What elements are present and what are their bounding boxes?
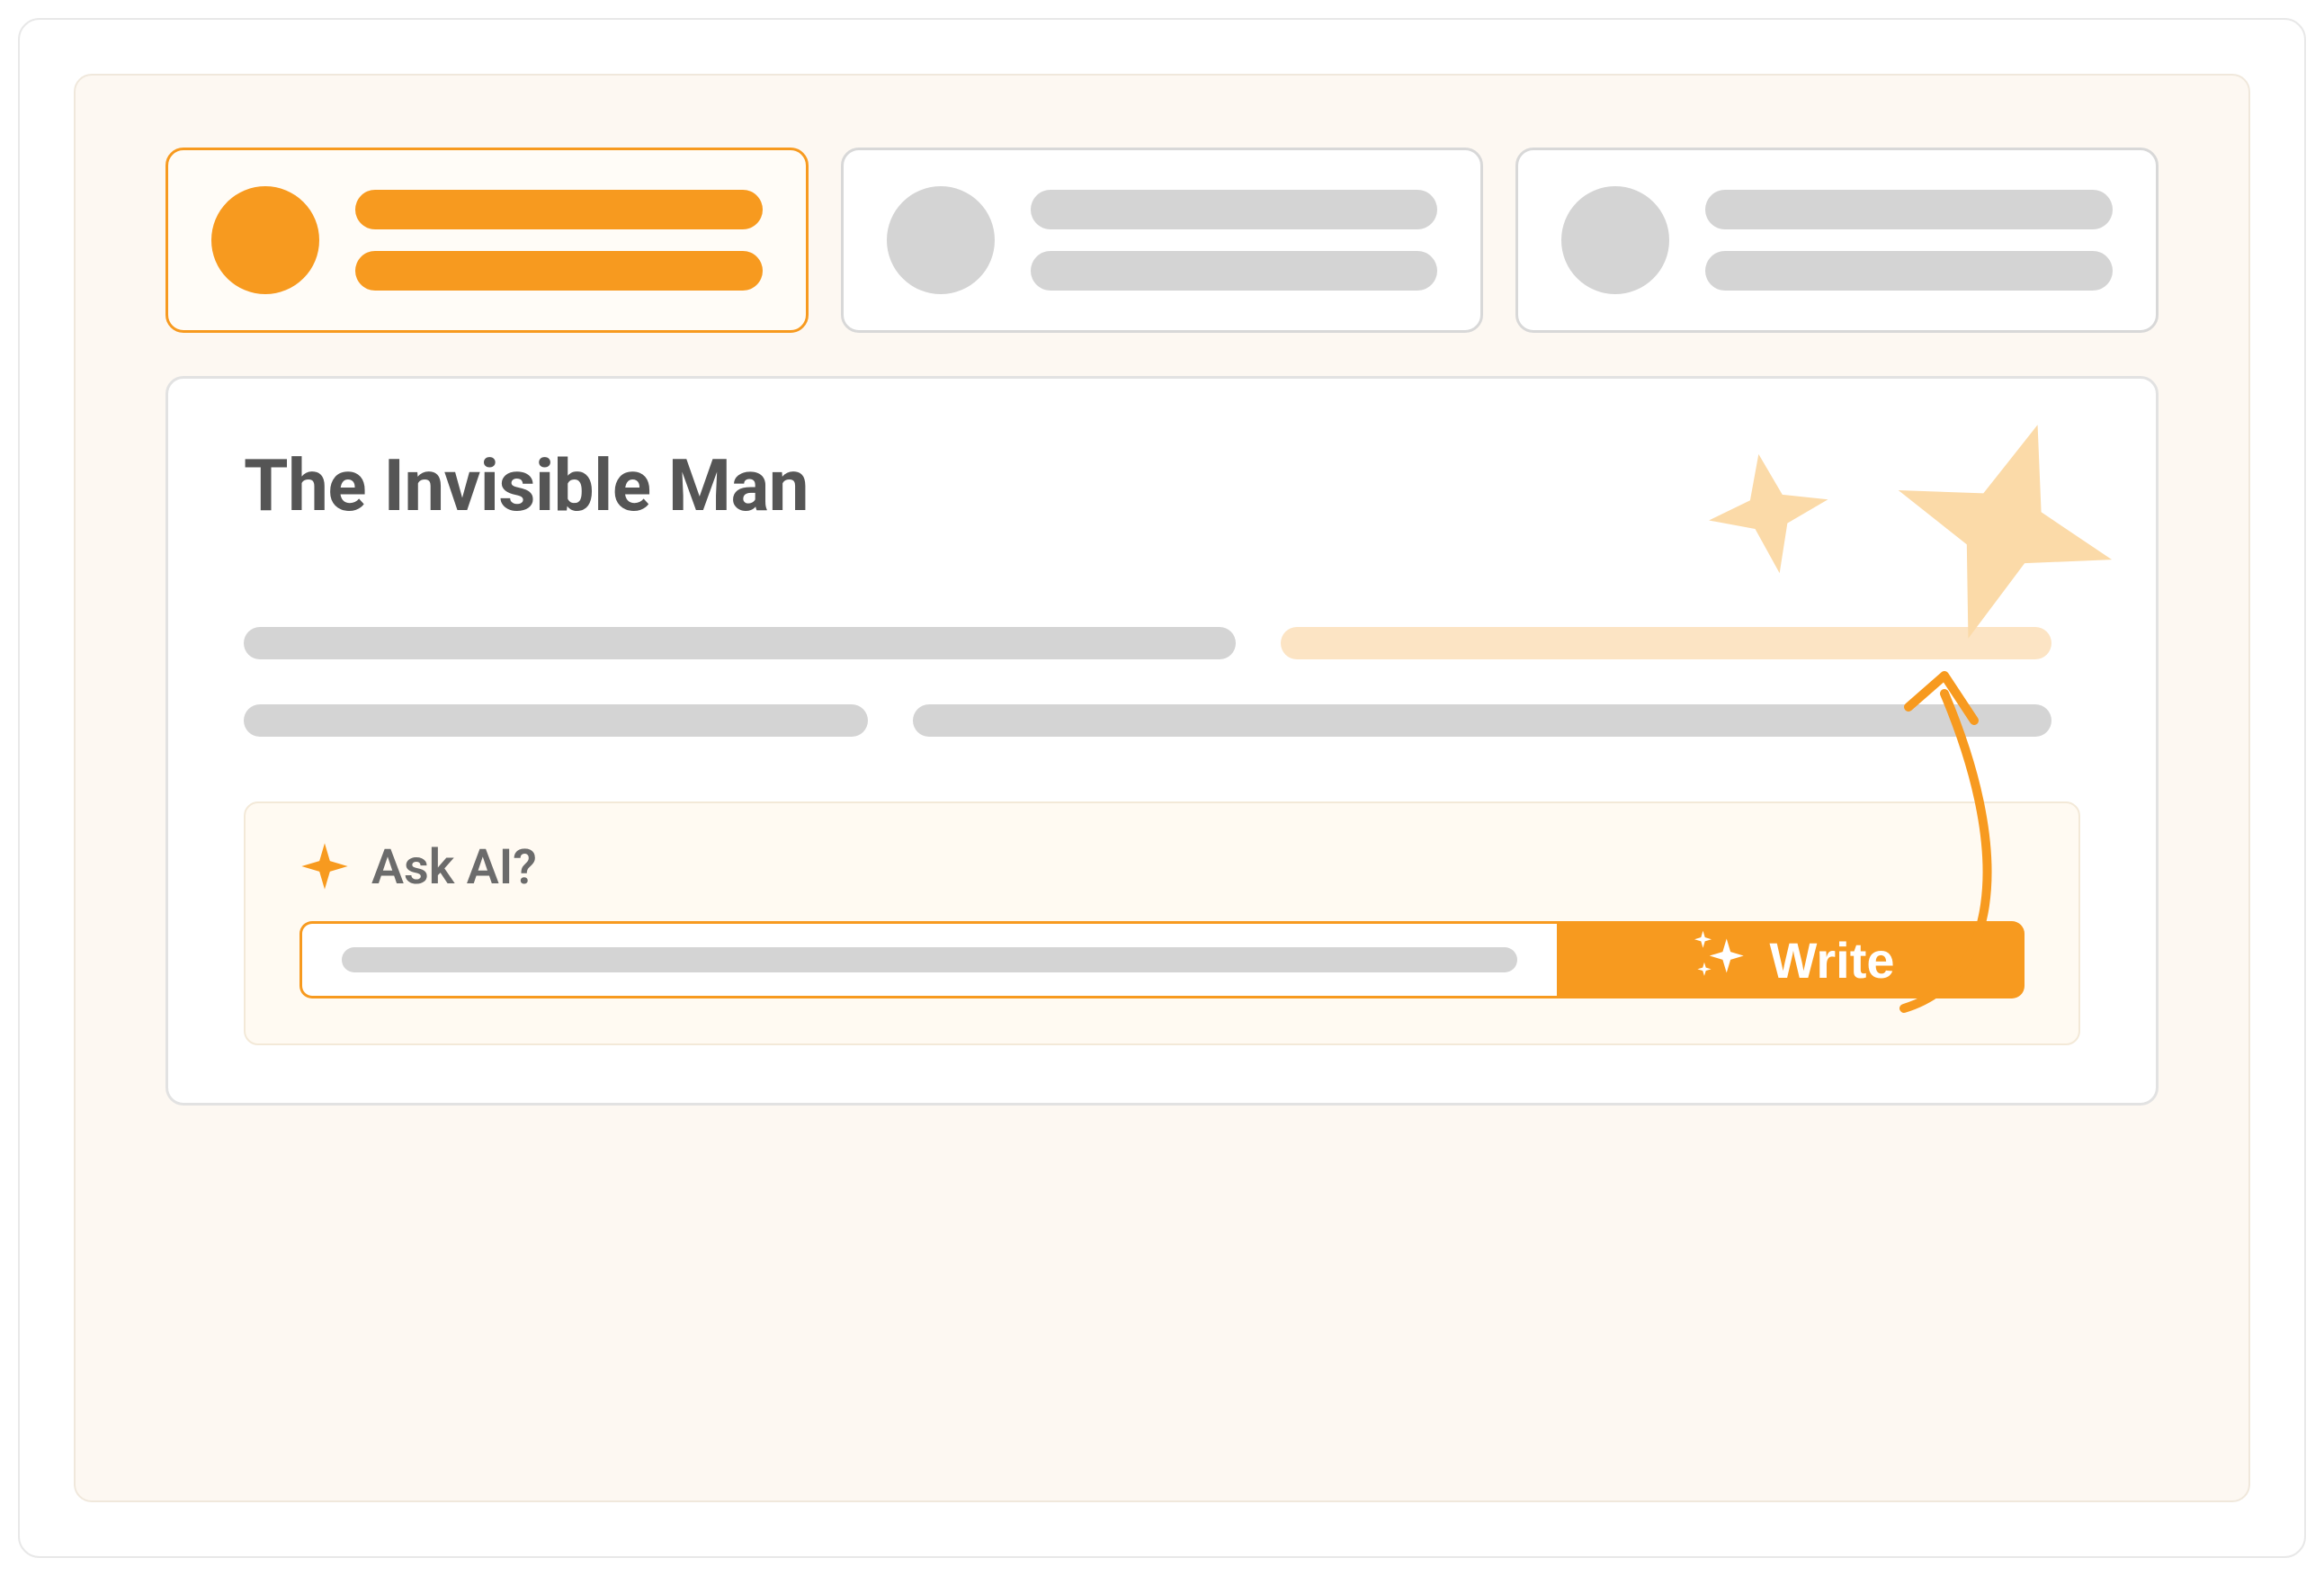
placeholder-line — [355, 251, 763, 291]
placeholder-line — [1705, 190, 2113, 229]
ask-ai-label: Ask AI? — [371, 839, 537, 896]
ai-generated-line — [1281, 627, 2052, 659]
tab-placeholder-lines — [1031, 190, 1438, 291]
tabs-row — [165, 148, 2159, 333]
tab-card-1[interactable] — [165, 148, 809, 333]
ask-ai-input[interactable] — [299, 921, 1557, 998]
placeholder-line — [1705, 251, 2113, 291]
placeholder-line — [355, 190, 763, 229]
write-button[interactable]: Write — [1557, 921, 2025, 998]
ask-ai-header: Ask AI? — [299, 839, 2025, 896]
placeholder-line — [342, 947, 1517, 972]
sparkles-icon — [1687, 923, 1750, 998]
write-button-label: Write — [1770, 931, 1895, 989]
document-title: The Invisible Man — [244, 443, 2080, 528]
sparkle-icon — [299, 841, 350, 895]
tab-placeholder-lines — [1705, 190, 2113, 291]
document-body-placeholder — [244, 627, 2080, 737]
placeholder-line — [244, 627, 1236, 659]
tab-placeholder-lines — [355, 190, 763, 291]
tab-card-2[interactable] — [841, 148, 1484, 333]
avatar-icon — [1561, 186, 1669, 294]
avatar-icon — [211, 186, 319, 294]
avatar-icon — [887, 186, 995, 294]
ask-ai-input-row: Write — [299, 921, 2025, 998]
placeholder-line — [913, 704, 2051, 737]
tab-card-3[interactable] — [1515, 148, 2159, 333]
placeholder-line — [1031, 190, 1438, 229]
placeholder-line — [244, 704, 868, 737]
document-card: The Invisible Man — [165, 376, 2159, 1106]
app-frame: The Invisible Man — [18, 18, 2306, 1558]
ask-ai-panel: Ask AI? Write — [244, 801, 2080, 1045]
placeholder-line — [1031, 251, 1438, 291]
workspace-panel: The Invisible Man — [74, 74, 2250, 1502]
